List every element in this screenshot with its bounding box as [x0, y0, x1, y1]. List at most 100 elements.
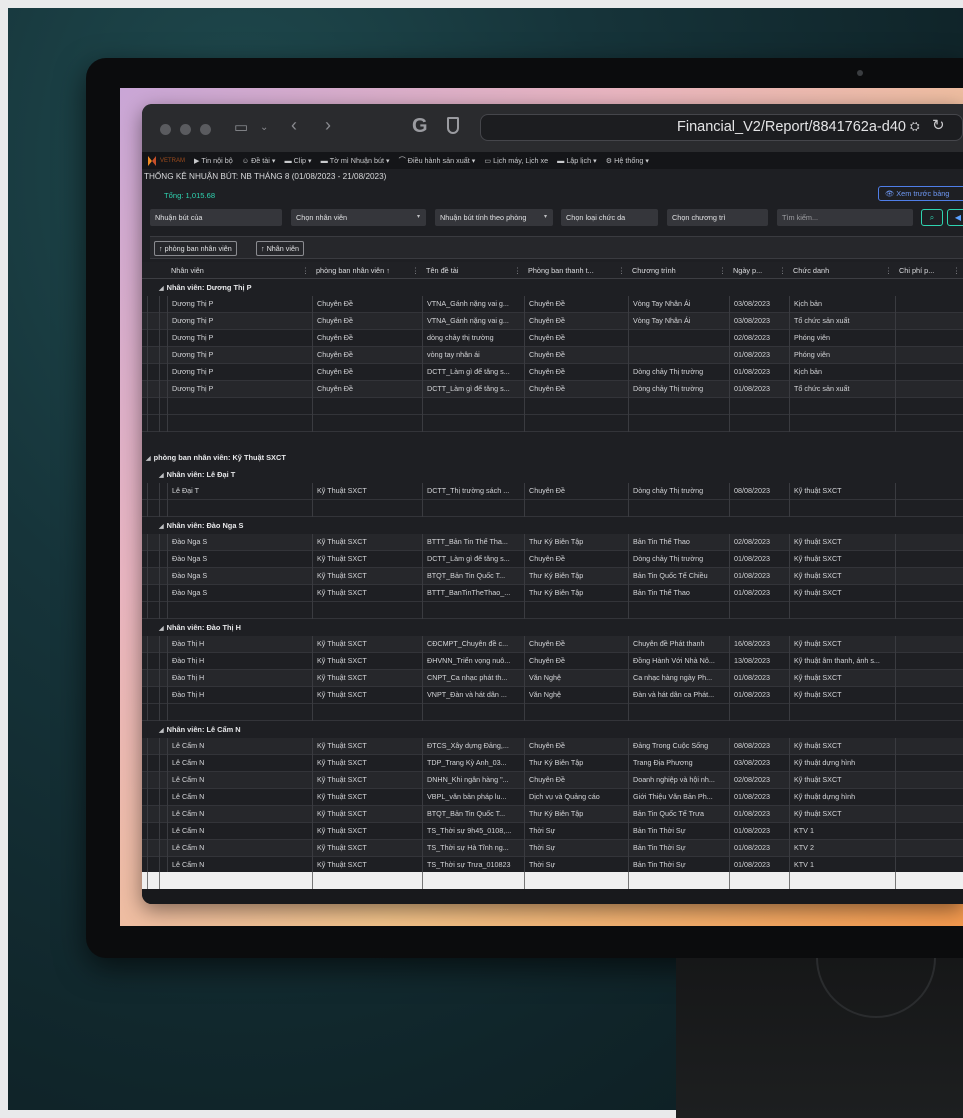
collapse-icon[interactable]: ◢: [159, 626, 164, 632]
table-cell[interactable]: Dương Thị P: [167, 347, 312, 364]
table-cell[interactable]: Kỹ thuật SXCT: [789, 687, 895, 704]
table-cell[interactable]: Kỹ Thuật SXCT: [312, 534, 422, 551]
table-cell[interactable]: Kỹ thuật SXCT: [789, 483, 895, 500]
table-cell[interactable]: [895, 313, 963, 330]
table-cell[interactable]: Kỹ Thuật SXCT: [312, 687, 422, 704]
table-cell[interactable]: KTV 2: [789, 840, 895, 857]
table-cell[interactable]: Chuyên Đề: [524, 738, 628, 755]
table-cell[interactable]: Văn Nghệ: [524, 687, 628, 704]
nav-dieu-hanh[interactable]: ⌒ Điều hành sản xuất ▾: [399, 156, 476, 166]
table-cell[interactable]: Kỹ thuật SXCT: [789, 772, 895, 789]
search-input[interactable]: Tìm kiếm...: [777, 209, 913, 226]
table-cell[interactable]: 01/08/2023: [729, 823, 789, 840]
table-cell[interactable]: [312, 602, 422, 619]
horizontal-scrollbar[interactable]: [142, 889, 963, 904]
table-cell[interactable]: Lê Cẩm N: [167, 806, 312, 823]
table-cell[interactable]: [167, 500, 312, 517]
table-cell[interactable]: Chuyên Đề: [524, 483, 628, 500]
table-cell[interactable]: Lê Cẩm N: [167, 823, 312, 840]
table-cell[interactable]: TS_Thời sự 9h45_0108,...: [422, 823, 524, 840]
table-cell[interactable]: Đào Nga S: [167, 568, 312, 585]
table-cell[interactable]: Kỹ Thuật SXCT: [312, 772, 422, 789]
table-cell[interactable]: [895, 704, 963, 721]
table-cell[interactable]: KTV 1: [789, 823, 895, 840]
table-cell[interactable]: Tổ chức sản xuất: [789, 381, 895, 398]
table-cell[interactable]: Chuyên Đề: [524, 551, 628, 568]
table-cell[interactable]: vòng tay nhân ái: [422, 347, 524, 364]
table-cell[interactable]: [628, 330, 729, 347]
collapse-icon[interactable]: ◢: [159, 728, 164, 734]
table-cell[interactable]: Dương Thị P: [167, 330, 312, 347]
collapse-icon[interactable]: ◢: [159, 524, 164, 530]
table-cell[interactable]: Thư Ký Biên Tập: [524, 568, 628, 585]
table-cell[interactable]: Chuyên Đề: [524, 636, 628, 653]
col-chi-phi[interactable]: Chi phí p... ⋮: [895, 262, 963, 279]
group-chip-nhan-vien[interactable]: ↑ Nhân viên: [256, 241, 304, 256]
table-cell[interactable]: 01/08/2023: [729, 381, 789, 398]
table-cell[interactable]: Thư Ký Biên Tập: [524, 806, 628, 823]
table-cell[interactable]: BTQT_Bản Tin Quốc T...: [422, 568, 524, 585]
translate-icon[interactable]: ⛭: [910, 119, 920, 134]
table-cell[interactable]: Kỹ Thuật SXCT: [312, 806, 422, 823]
table-cell[interactable]: [895, 823, 963, 840]
table-cell[interactable]: CĐCMPT_Chuyên đề c...: [422, 636, 524, 653]
table-cell[interactable]: 01/08/2023: [729, 687, 789, 704]
group-label[interactable]: ◢ phòng ban nhân viên: Kỹ Thuật SXCT: [146, 449, 286, 466]
table-cell[interactable]: BTTT_BanTinTheThao_...: [422, 585, 524, 602]
table-cell[interactable]: Đồng Hành Với Nhà Nô...: [628, 653, 729, 670]
table-cell[interactable]: [628, 602, 729, 619]
search-button[interactable]: ⌕: [921, 209, 943, 226]
table-cell[interactable]: Lê Đại T: [167, 483, 312, 500]
table-cell[interactable]: [895, 806, 963, 823]
table-cell[interactable]: [422, 398, 524, 415]
column-menu-icon[interactable]: ⋮: [514, 262, 521, 279]
col-ten-de-tai[interactable]: Tên đề tài ⋮: [422, 262, 524, 279]
table-cell[interactable]: [524, 704, 628, 721]
table-cell[interactable]: Đào Thị H: [167, 687, 312, 704]
nav-lich-may[interactable]: ▭ Lịch máy, Lịch xe: [484, 156, 548, 165]
table-cell[interactable]: Chuyên Đề: [312, 381, 422, 398]
sidebar-toggle-icon[interactable]: ▭: [234, 118, 248, 136]
table-cell[interactable]: 08/08/2023: [729, 738, 789, 755]
table-cell[interactable]: Dương Thị P: [167, 364, 312, 381]
table-cell[interactable]: Phóng viên: [789, 347, 895, 364]
table-cell[interactable]: 02/08/2023: [729, 772, 789, 789]
table-cell[interactable]: [895, 636, 963, 653]
table-cell[interactable]: Chuyên Đề: [312, 296, 422, 313]
table-cell[interactable]: Kỹ Thuật SXCT: [312, 585, 422, 602]
table-cell[interactable]: Ca nhạc hàng ngày Ph...: [628, 670, 729, 687]
table-cell[interactable]: [895, 415, 963, 432]
table-cell[interactable]: [895, 296, 963, 313]
table-cell[interactable]: [789, 500, 895, 517]
table-cell[interactable]: VBPL_văn bản pháp lu...: [422, 789, 524, 806]
column-menu-icon[interactable]: ⋮: [953, 262, 960, 279]
table-cell[interactable]: [167, 415, 312, 432]
table-cell[interactable]: VTNA_Gánh nặng vai g...: [422, 296, 524, 313]
table-cell[interactable]: Kỹ thuật SXCT: [789, 568, 895, 585]
maximize-window-button[interactable]: [200, 124, 211, 135]
table-cell[interactable]: [729, 415, 789, 432]
table-cell[interactable]: [312, 500, 422, 517]
table-cell[interactable]: [895, 568, 963, 585]
table-cell[interactable]: [895, 789, 963, 806]
table-cell[interactable]: Kỹ Thuật SXCT: [312, 738, 422, 755]
table-cell[interactable]: Đào Thị H: [167, 670, 312, 687]
table-cell[interactable]: Kỹ thuật SXCT: [789, 806, 895, 823]
nav-tin-noi-bo[interactable]: ▶ Tin nội bộ: [194, 156, 233, 165]
table-cell[interactable]: [895, 551, 963, 568]
table-cell[interactable]: Kỹ Thuật SXCT: [312, 823, 422, 840]
chuong-trinh-select[interactable]: Chọn chương trì: [667, 209, 768, 226]
table-cell[interactable]: [422, 415, 524, 432]
table-cell[interactable]: Chuyên Đề: [524, 330, 628, 347]
minimize-window-button[interactable]: [180, 124, 191, 135]
table-cell[interactable]: Đào Nga S: [167, 534, 312, 551]
table-cell[interactable]: [422, 602, 524, 619]
table-cell[interactable]: [729, 500, 789, 517]
table-cell[interactable]: Kỹ thuật SXCT: [789, 670, 895, 687]
preview-button[interactable]: 👁 Xem trước bảng: [878, 186, 963, 201]
table-cell[interactable]: Kỹ thuật SXCT: [789, 636, 895, 653]
table-cell[interactable]: [524, 500, 628, 517]
table-cell[interactable]: [312, 704, 422, 721]
reload-icon[interactable]: ↻: [932, 116, 945, 134]
collapse-icon[interactable]: ◢: [159, 473, 164, 479]
